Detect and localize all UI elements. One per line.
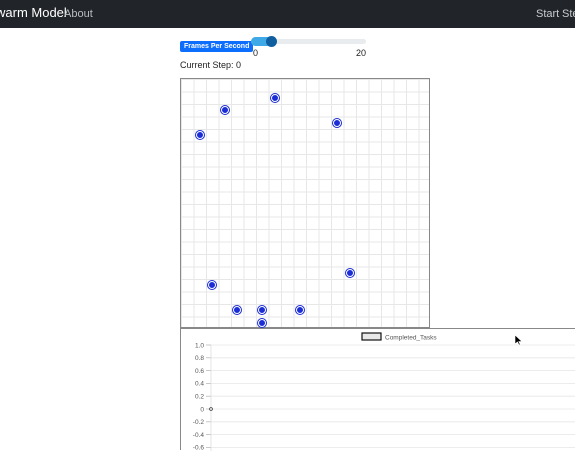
mouse-cursor-icon bbox=[515, 335, 523, 345]
y-tick-label: -0.4 bbox=[193, 432, 205, 439]
agent-marker bbox=[220, 106, 229, 115]
agent-marker bbox=[208, 281, 217, 290]
legend-label: Completed_Tasks bbox=[385, 335, 437, 342]
fps-slider-max-label: 20 bbox=[356, 48, 367, 58]
data-point bbox=[209, 407, 213, 411]
agent-marker bbox=[270, 93, 279, 102]
y-tick-label: 0.4 bbox=[195, 381, 204, 388]
current-step-label: Current Step: 0 bbox=[180, 60, 242, 70]
agent-marker bbox=[195, 131, 204, 140]
nav-link-start[interactable]: Start bbox=[536, 8, 559, 20]
legend-swatch bbox=[361, 332, 382, 341]
fps-label-badge: Frames Per Second bbox=[180, 41, 254, 52]
y-tick-label: 1.0 bbox=[195, 342, 204, 349]
navbar: warm Model About Start Ste bbox=[0, 0, 575, 28]
agent-marker bbox=[233, 306, 242, 315]
fps-slider-handle[interactable] bbox=[266, 36, 277, 47]
nav-link-about[interactable]: About bbox=[64, 8, 93, 20]
y-tick-label: -0.2 bbox=[193, 419, 205, 426]
navbar-brand[interactable]: warm Model bbox=[0, 5, 67, 20]
chart-area: Completed_Tasks 1.0 0.8 0.6 0.4 0.2 0 -0.2 -0.4 -… bbox=[180, 328, 575, 452]
y-tick-label: 0.2 bbox=[195, 394, 204, 401]
grid-canvas bbox=[180, 78, 430, 328]
agent-marker bbox=[258, 318, 267, 327]
agent-marker bbox=[258, 306, 267, 315]
agent-marker bbox=[295, 306, 304, 315]
y-tick-label: 0 bbox=[200, 406, 204, 413]
nav-link-step[interactable]: Ste bbox=[562, 8, 575, 20]
y-tick-label: -0.6 bbox=[193, 445, 205, 451]
y-tick-label: 0.8 bbox=[195, 355, 204, 362]
y-tick-label: 0.6 bbox=[195, 368, 204, 375]
fps-slider-min-label: 0 bbox=[253, 48, 259, 58]
completed-tasks-chart: Completed_Tasks 1.0 0.8 0.6 0.4 0.2 0 -0.2 -0.4 -… bbox=[193, 332, 575, 452]
agent-marker bbox=[345, 268, 354, 277]
agent-marker bbox=[333, 118, 342, 127]
